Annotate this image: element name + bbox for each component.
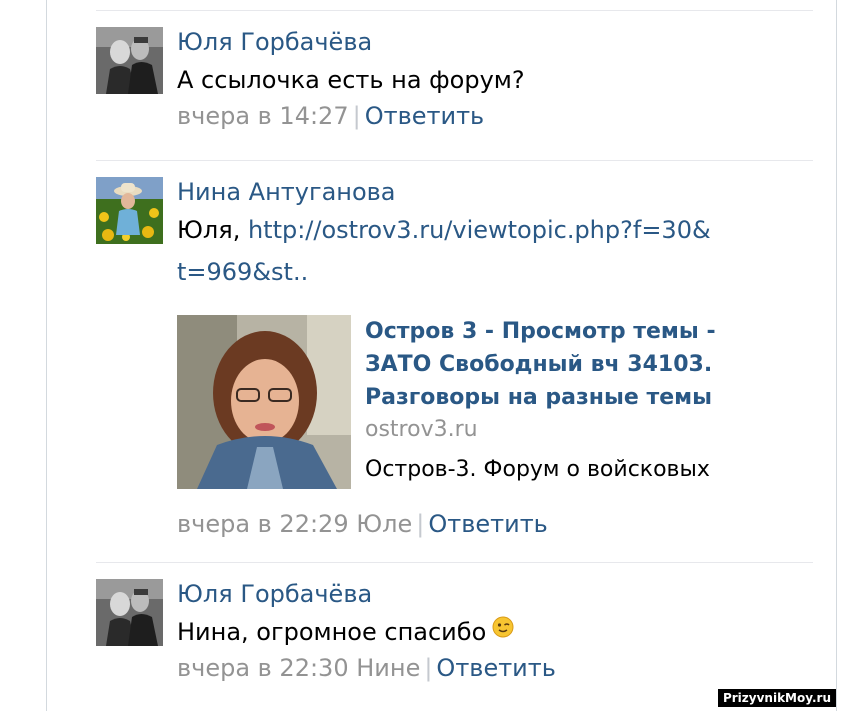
comment-author[interactable]: Нина Антуганова xyxy=(177,177,813,207)
divider xyxy=(96,160,813,161)
comment-author[interactable]: Юля Горбачёва xyxy=(177,27,813,57)
preview-thumbnail[interactable] xyxy=(177,315,351,489)
avatar[interactable] xyxy=(96,177,163,244)
comment-item: Юля Горбачёва А ссылочка есть на форум? … xyxy=(96,27,813,152)
comment-text-content: Нина, огромное спасибо xyxy=(177,618,487,646)
woman-portrait-photo-icon xyxy=(177,315,351,489)
watermark: PrizyvnikMoy.ru xyxy=(717,689,836,707)
comment-item: Юля Горбачёва Нина, огромное спасибо вче… xyxy=(96,579,813,704)
meta-separator: | xyxy=(352,102,361,130)
wink-emoji-icon xyxy=(492,609,514,651)
comment-author[interactable]: Юля Горбачёва xyxy=(177,579,813,609)
divider xyxy=(96,562,813,563)
frame-right-border xyxy=(836,0,837,711)
bw-couple-photo-icon xyxy=(96,27,163,94)
preview-description: Остров-3. Форум о войсковых xyxy=(365,457,710,482)
avatar[interactable] xyxy=(96,579,163,646)
comment-meta: вчера в 14:27 | Ответить xyxy=(177,101,813,131)
bw-couple-photo-icon xyxy=(96,579,163,646)
comment-text-prefix: Юля, xyxy=(177,216,248,244)
comment-meta: вчера в 22:30 Нине | Ответить xyxy=(177,653,813,683)
preview-domain: ostrov3.ru xyxy=(365,417,478,442)
reply-button[interactable]: Ответить xyxy=(436,654,555,682)
comment-time[interactable]: вчера в 22:30 Нине xyxy=(177,654,420,682)
comment-time[interactable]: вчера в 22:29 Юле xyxy=(177,510,412,538)
woman-in-sunflowers-photo-icon xyxy=(96,177,163,244)
divider xyxy=(96,10,813,11)
link-preview[interactable]: Остров 3 - Просмотр темы - ЗАТО Свободны… xyxy=(177,315,813,491)
comment-text: Юля, http://ostrov3.ru/viewtopic.php?f=3… xyxy=(177,209,813,293)
comment-text: Нина, огромное спасибо xyxy=(177,611,813,653)
comment-time[interactable]: вчера в 14:27 xyxy=(177,102,349,130)
meta-separator: | xyxy=(416,510,425,538)
reply-button[interactable]: Ответить xyxy=(428,510,547,538)
comment-item: Нина Антуганова Юля, http://ostrov3.ru/v… xyxy=(96,177,813,552)
comment-meta: вчера в 22:29 Юле | Ответить xyxy=(177,509,813,539)
comment-link[interactable]: http://ostrov3.ru/viewtopic.php?f=30& xyxy=(248,216,711,244)
frame-left-border xyxy=(46,0,47,711)
comment-link[interactable]: t=969&st.. xyxy=(177,258,308,286)
reply-button[interactable]: Ответить xyxy=(365,102,484,130)
preview-title[interactable]: Остров 3 - Просмотр темы - ЗАТО Свободны… xyxy=(365,315,765,414)
comment-text: А ссылочка есть на форум? xyxy=(177,66,525,94)
meta-separator: | xyxy=(424,654,433,682)
avatar[interactable] xyxy=(96,27,163,94)
